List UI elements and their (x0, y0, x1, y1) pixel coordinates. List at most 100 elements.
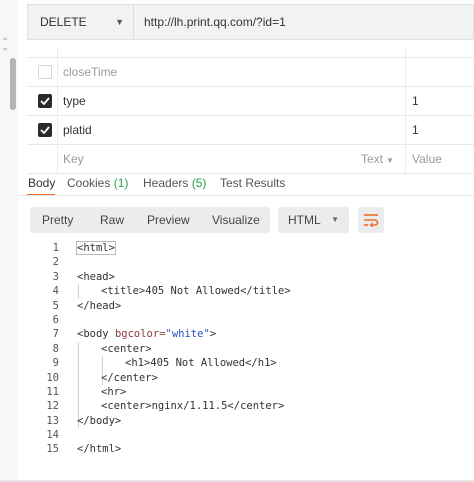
code-line: 6 (27, 313, 467, 327)
code-line: 13 </body> (27, 414, 467, 428)
checkbox-cell (27, 116, 58, 144)
tab-headers-label: Headers (143, 176, 189, 190)
method-select[interactable]: DELETE ▼ (28, 5, 134, 39)
line-number: 1 (52, 242, 59, 254)
code-text: <html> (76, 241, 116, 255)
code-line: 5 </head> (27, 299, 467, 313)
view-preview-button[interactable]: Preview (147, 207, 190, 233)
code-text: </html> (77, 443, 122, 456)
line-number: 2 (52, 256, 59, 269)
code-line: 8 <center> (27, 342, 467, 356)
line-number: 12 (46, 400, 59, 413)
code-line: 1 <html> (27, 241, 467, 255)
code-line: 11 <hr> (27, 385, 467, 399)
edge-tick (3, 48, 7, 50)
key-cell (27, 48, 406, 57)
code-text: </body> (77, 414, 122, 427)
code-text: <head> (77, 270, 115, 283)
param-row-closetime: closeTime (27, 58, 474, 87)
param-checkbox[interactable] (38, 94, 52, 108)
line-number: 8 (52, 342, 59, 355)
request-url-bar: DELETE ▼ http://lh.print.qq.com/?id=1 (27, 4, 474, 40)
code-text: </center> (101, 371, 158, 384)
new-value-input[interactable]: Value (412, 145, 442, 173)
code-text: </head> (77, 299, 122, 312)
code-text: <center>nginx/1.11.5</center> (101, 400, 285, 413)
param-row-type: type 1 (27, 87, 474, 116)
line-number: 3 (52, 270, 59, 283)
code-line: 9 <h1>405 Not Allowed</h1> (27, 356, 467, 370)
param-key[interactable]: platid (63, 116, 92, 144)
view-visualize-button[interactable]: Visualize (212, 207, 260, 233)
caret-down-icon: ▼ (331, 215, 339, 224)
params-table: closeTime type 1 platid 1 Key Text ▼ Val… (27, 48, 474, 174)
format-select[interactable]: HTML ▼ (278, 207, 349, 233)
code-line: 15 </html> (27, 442, 467, 456)
checkbox-cell (27, 87, 58, 115)
param-checkbox[interactable] (38, 123, 52, 137)
code-attr: bgcolor= (114, 328, 166, 341)
line-number: 5 (52, 299, 59, 312)
tab-body[interactable]: Body (28, 176, 55, 190)
param-key[interactable]: closeTime (63, 58, 117, 86)
scrollbar-thumb[interactable] (10, 58, 16, 110)
tab-cookies-label: Cookies (67, 176, 111, 190)
tab-body-label: Body (28, 176, 56, 190)
tab-headers[interactable]: Headers (5) (143, 176, 206, 190)
code-line: 12 <center>nginx/1.11.5</center> (27, 399, 467, 413)
code-text: <center> (101, 342, 152, 355)
key-type-select[interactable]: Text ▼ (361, 145, 394, 175)
headers-count: (5) (191, 176, 207, 190)
cookies-count: (1) (113, 176, 129, 190)
response-body-code[interactable]: 1 <html> 2 3 <head> 4 <title>405 Not All… (27, 241, 467, 457)
line-number: 15 (46, 443, 59, 456)
code-line: 2 (27, 255, 467, 269)
check-icon (40, 97, 50, 105)
code-line: 3 <head> (27, 270, 467, 284)
checkbox-cell (27, 145, 58, 173)
checkbox-cell (27, 48, 58, 57)
code-string: "white" (165, 328, 210, 341)
format-label: HTML (288, 213, 321, 227)
code-text: <hr> (101, 385, 127, 398)
code-tag-close: > (209, 328, 217, 341)
code-line: 4 <title>405 Not Allowed</title> (27, 284, 467, 298)
line-number: 9 (52, 357, 59, 370)
code-line: 7 <body bgcolor="white"> (27, 327, 467, 341)
param-row-new: Key Text ▼ Value (27, 145, 474, 174)
line-number: 6 (52, 313, 59, 326)
code-line: 10 </center> (27, 371, 467, 385)
param-row-platid: platid 1 (27, 116, 474, 145)
param-checkbox[interactable] (38, 65, 52, 79)
code-text-l1: <html> (76, 241, 116, 255)
param-value[interactable]: 1 (412, 116, 419, 144)
code-tag: <body (77, 328, 115, 341)
tab-cookies[interactable]: Cookies (1) (67, 176, 128, 190)
line-number: 13 (46, 414, 59, 427)
line-number: 4 (52, 285, 59, 298)
line-number: 14 (46, 429, 59, 442)
code-text: <title>405 Not Allowed</title> (101, 285, 291, 298)
chevron-down-icon: ▼ (115, 17, 124, 27)
key-cell (27, 145, 406, 173)
code-text: <body bgcolor="white"> (77, 327, 216, 341)
caret-down-icon: ▼ (386, 156, 394, 165)
param-value[interactable]: 1 (412, 87, 419, 115)
url-input[interactable]: http://lh.print.qq.com/?id=1 (144, 5, 286, 39)
tab-test-results-label: Test Results (220, 176, 286, 190)
tab-test-results[interactable]: Test Results (220, 176, 285, 190)
param-key[interactable]: type (63, 87, 86, 115)
method-label: DELETE (40, 15, 87, 29)
check-icon (40, 126, 50, 134)
new-key-input[interactable]: Key (63, 145, 84, 173)
key-type-label: Text (361, 152, 384, 166)
wrap-lines-button[interactable] (358, 207, 384, 233)
code-line: 14 (27, 428, 467, 442)
wrap-lines-icon (364, 214, 379, 227)
edge-tick (3, 38, 7, 40)
view-pretty-button[interactable]: Pretty (42, 207, 73, 233)
table-row-partial (27, 48, 474, 58)
line-number: 7 (52, 328, 59, 341)
checkbox-cell (27, 58, 58, 86)
view-raw-button[interactable]: Raw (100, 207, 124, 233)
